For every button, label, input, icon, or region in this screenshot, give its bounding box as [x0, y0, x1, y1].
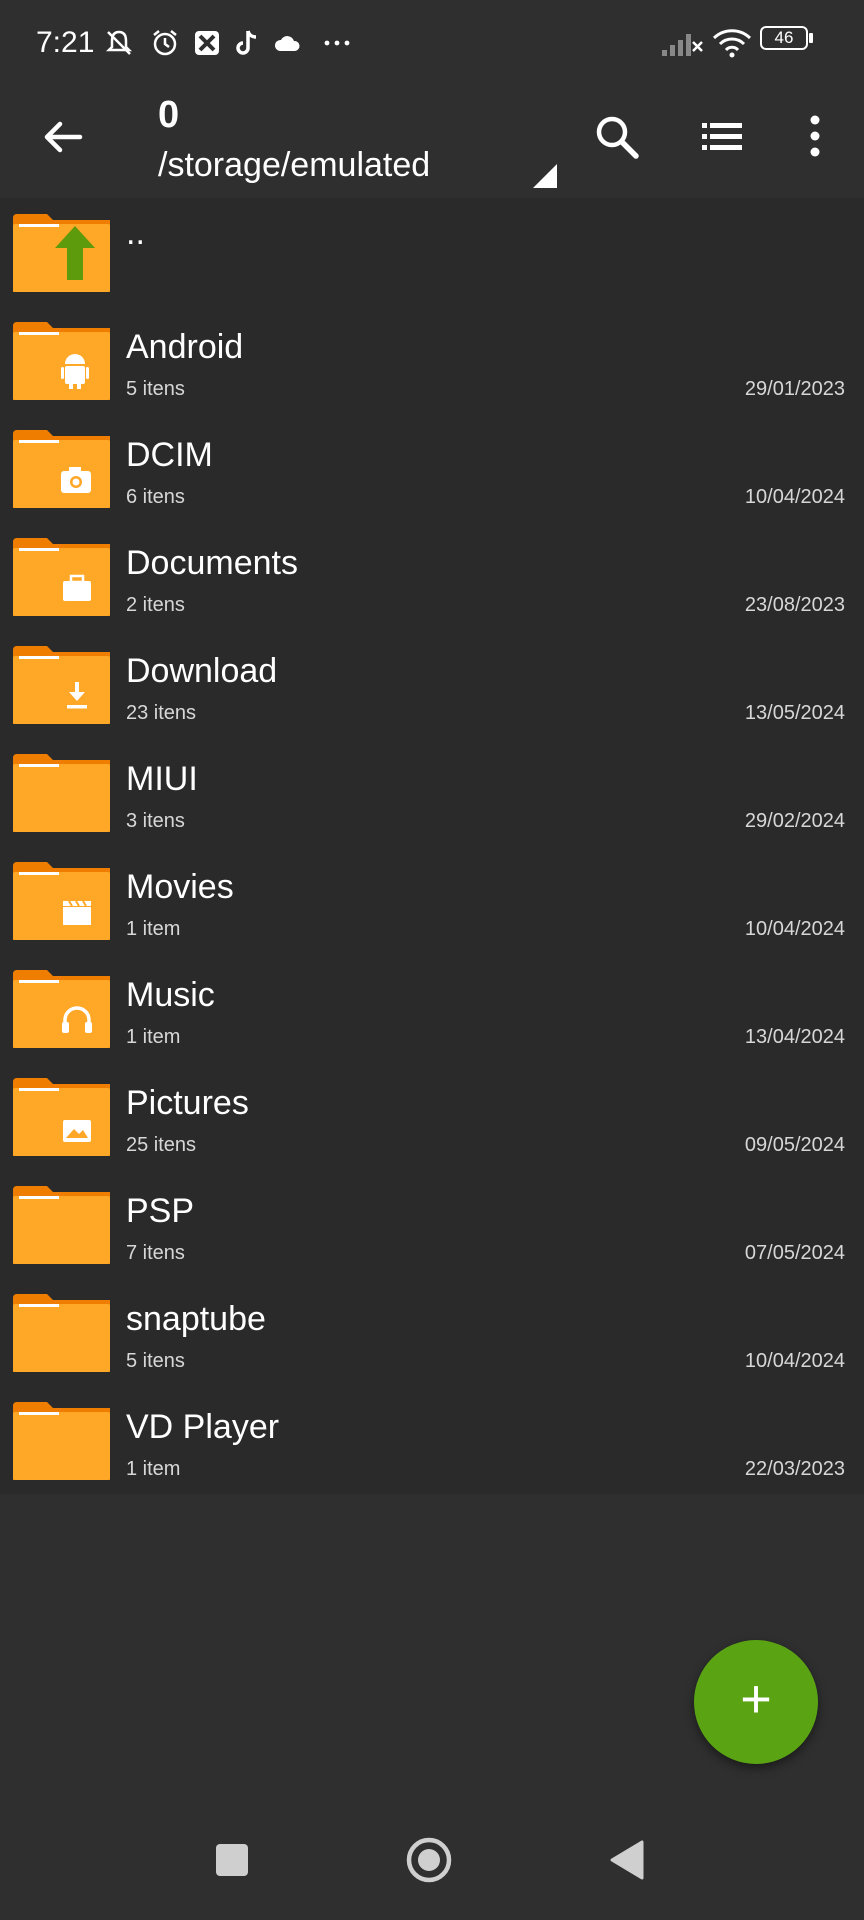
item-count: 2 itens: [126, 594, 185, 616]
signal-icon: [662, 34, 703, 56]
add-icon: +: [740, 1669, 772, 1729]
notifications-off-icon: [105, 30, 133, 55]
list-item[interactable]: PSP 7 itens 07/05/2024: [0, 1170, 864, 1278]
folder-name: Android: [126, 328, 244, 366]
modified-date: 23/08/2023: [744, 594, 845, 616]
folder-icon: [13, 538, 110, 616]
app-icon: [195, 31, 219, 55]
folder-icon: [13, 970, 110, 1048]
list-item[interactable]: MIUI 3 itens 29/02/2024: [0, 738, 864, 846]
folder-name: MIUI: [126, 760, 198, 798]
folder-icon: [13, 322, 110, 400]
item-count: 1 item: [126, 1026, 181, 1048]
item-count: 5 itens: [126, 1350, 185, 1372]
modified-date: 09/05/2024: [744, 1134, 845, 1156]
alarm-icon: [153, 30, 177, 56]
list-item[interactable]: Documents 2 itens 23/08/2023: [0, 522, 864, 630]
back-arrow-icon[interactable]: [38, 112, 88, 162]
modified-date: 29/02/2024: [744, 810, 845, 832]
list-item[interactable]: Music 1 item 13/04/2024: [0, 954, 864, 1062]
folder-name: VD Player: [126, 1408, 280, 1446]
item-count: 3 itens: [126, 810, 185, 832]
search-icon[interactable]: [590, 110, 644, 164]
overflow-menu-icon[interactable]: [788, 110, 842, 164]
wifi-icon: [712, 29, 752, 58]
folder-icon: [13, 1402, 110, 1480]
folder-name: DCIM: [126, 436, 213, 474]
folder-name: PSP: [126, 1192, 195, 1230]
list-item[interactable]: DCIM 6 itens 10/04/2024: [0, 414, 864, 522]
clapperboard-icon: [63, 900, 91, 925]
folder-name: snaptube: [126, 1300, 266, 1338]
path-dropdown-icon[interactable]: [533, 164, 557, 188]
parent-folder-row[interactable]: ..: [0, 198, 864, 306]
item-count: 25 itens: [126, 1134, 197, 1156]
modified-date: 10/04/2024: [744, 486, 845, 508]
app-bar: 0 /storage/emulated: [0, 90, 864, 198]
image-icon: [63, 1120, 91, 1142]
folder-name: Pictures: [126, 1084, 249, 1122]
modified-date: 13/04/2024: [744, 1026, 845, 1048]
modified-date: 10/04/2024: [744, 918, 845, 940]
folder-icon: [13, 646, 110, 724]
folder-up-icon: [13, 214, 110, 292]
folder-name: Documents: [126, 544, 298, 582]
current-path[interactable]: /storage/emulated: [158, 146, 430, 185]
item-count: 1 item: [126, 918, 181, 940]
modified-date: 13/05/2024: [744, 702, 845, 724]
more-dots-icon: [324, 40, 350, 46]
battery-level: 46: [774, 28, 794, 47]
item-count: 6 itens: [126, 486, 185, 508]
list-item[interactable]: Movies 1 item 10/04/2024: [0, 846, 864, 954]
back-nav-icon[interactable]: [604, 1836, 652, 1884]
navigation-bar: [0, 1800, 864, 1920]
folder-name: Music: [126, 976, 215, 1014]
status-bar: 7:21 46: [0, 0, 864, 90]
folder-icon: [13, 430, 110, 508]
list-item[interactable]: Download 23 itens 13/05/2024: [0, 630, 864, 738]
list-item[interactable]: snaptube 5 itens 10/04/2024: [0, 1278, 864, 1386]
cloud-icon: [274, 36, 300, 51]
folder-icon: [13, 1294, 110, 1372]
item-count: 1 item: [126, 1458, 181, 1480]
folder-icon: [13, 1078, 110, 1156]
folder-icon: [13, 754, 110, 832]
folder-name: Download: [126, 652, 278, 690]
home-icon[interactable]: [405, 1836, 453, 1884]
file-list: .. Android 5 itens 29/01/2023 DCIM 6 itens 10…: [0, 198, 864, 1494]
folder-icon: [13, 862, 110, 940]
modified-date: 07/05/2024: [744, 1242, 845, 1264]
list-view-icon[interactable]: [696, 110, 750, 164]
folder-icon: [13, 1186, 110, 1264]
page-title: 0: [158, 94, 180, 136]
item-count: 5 itens: [126, 378, 185, 400]
list-item[interactable]: Pictures 25 itens 09/05/2024: [0, 1062, 864, 1170]
list-item[interactable]: VD Player 1 item 22/03/2023: [0, 1386, 864, 1494]
add-button[interactable]: +: [694, 1640, 818, 1764]
item-count: 7 itens: [126, 1242, 185, 1264]
modified-date: 22/03/2023: [744, 1458, 845, 1480]
status-time: 7:21: [36, 26, 95, 59]
recents-icon[interactable]: [208, 1836, 256, 1884]
modified-date: 10/04/2024: [744, 1350, 845, 1372]
folder-name: Movies: [126, 868, 234, 906]
item-count: 23 itens: [126, 702, 197, 724]
list-item[interactable]: Android 5 itens 29/01/2023: [0, 306, 864, 414]
modified-date: 29/01/2023: [744, 378, 845, 400]
battery-icon: 46: [760, 26, 814, 54]
tiktok-icon: [236, 30, 257, 55]
parent-folder-label: ..: [126, 214, 145, 252]
